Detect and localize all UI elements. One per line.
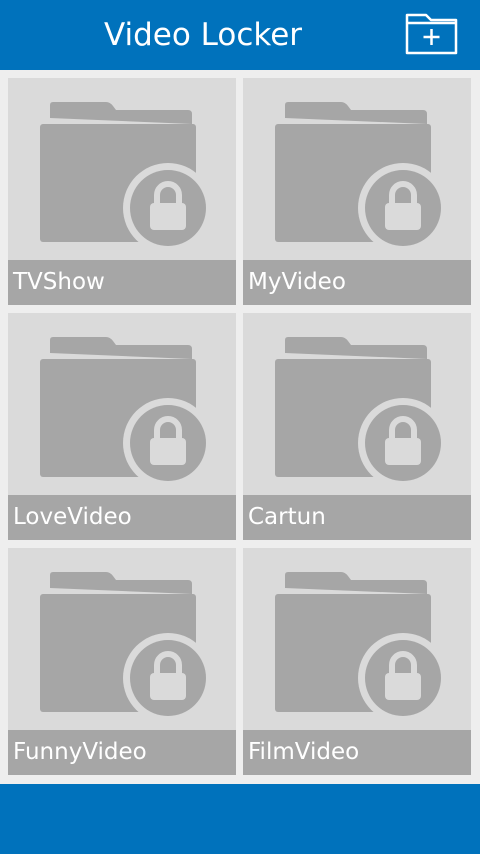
folder-tile-lovevideo[interactable]: LoveVideo [8,313,236,540]
locked-folder-icon [273,570,453,720]
app-title: Video Locker [103,17,303,53]
folder-label-bar: FunnyVideo [8,730,236,775]
folder-label: Cartun [248,504,326,530]
folder-label-bar: FilmVideo [243,730,471,775]
app-bar: Video Locker [0,0,480,70]
folder-grid: TVShow MyVideo LoveVideo Cartun FunnyVid… [0,70,480,784]
folder-tile-myvideo[interactable]: MyVideo [243,78,471,305]
folder-tile-funnyvideo[interactable]: FunnyVideo [8,548,236,775]
locked-folder-icon [38,335,218,485]
folder-label: FunnyVideo [13,739,147,765]
folder-tile-tvshow[interactable]: TVShow [8,78,236,305]
bottom-bar [0,784,480,854]
locked-folder-icon [38,570,218,720]
folder-label-bar: LoveVideo [8,495,236,540]
folder-label-bar: MyVideo [243,260,471,305]
folder-label-bar: TVShow [8,260,236,305]
folder-label: LoveVideo [13,504,132,530]
folder-label: TVShow [13,269,105,295]
add-folder-button[interactable] [400,11,464,59]
folder-label: FilmVideo [248,739,360,765]
locked-folder-icon [273,100,453,250]
folder-tile-cartun[interactable]: Cartun [243,313,471,540]
folder-tile-filmvideo[interactable]: FilmVideo [243,548,471,775]
folder-plus-icon [400,11,464,59]
folder-label-bar: Cartun [243,495,471,540]
locked-folder-icon [273,335,453,485]
locked-folder-icon [38,100,218,250]
folder-label: MyVideo [248,269,346,295]
